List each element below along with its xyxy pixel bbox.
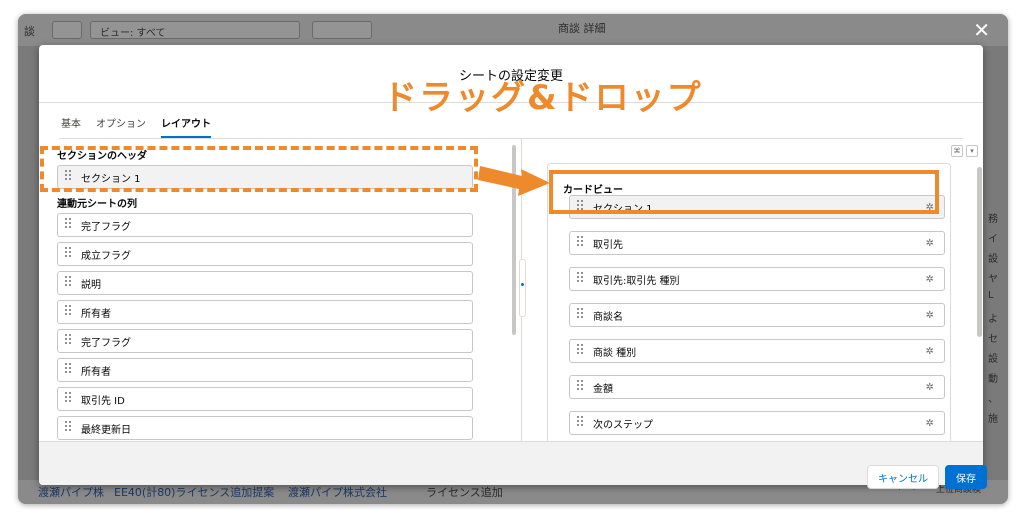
field-label: 成立フラグ (81, 250, 131, 262)
list-item[interactable]: 最終更新日 (57, 416, 473, 440)
drag-handle-icon (577, 416, 585, 430)
gear-icon[interactable]: ✲ (926, 238, 934, 249)
background-row-type: ライセンス追加 (426, 486, 503, 499)
gear-icon[interactable]: ✲ (926, 310, 934, 321)
field-label: 所有者 (81, 366, 111, 378)
list-item[interactable]: 所有者 (57, 358, 473, 382)
card-field[interactable]: 商談名 ✲ (569, 303, 945, 327)
field-label: 取引先 ID (81, 395, 125, 407)
annotation-title: ドラッグ&ドロップ (383, 78, 703, 118)
left-scrollbar[interactable] (512, 145, 516, 335)
card-field[interactable]: 取引先:取引先 種別 ✲ (569, 267, 945, 291)
right-scrollbar[interactable] (977, 167, 982, 337)
split-handle-dot (521, 283, 524, 286)
list-item[interactable]: 所有者 (57, 300, 473, 324)
drag-handle-icon (577, 272, 585, 286)
drag-handle-icon (65, 334, 73, 348)
field-label: 完了フラグ (81, 337, 131, 349)
drag-handle-icon (577, 380, 585, 394)
background-row-account: 渡瀬パイプ株 (38, 486, 104, 499)
drag-handle-icon (577, 308, 585, 322)
undo-redo-group (312, 21, 372, 39)
list-item[interactable]: 成立フラグ (57, 242, 473, 266)
background-detail-label: 商談 詳細 (558, 22, 606, 35)
cancel-button[interactable]: キャンセル (867, 465, 939, 489)
field-label: 商談 種別 (593, 347, 637, 359)
list-item[interactable]: 取引先 ID (57, 387, 473, 411)
field-label: 完了フラグ (81, 221, 131, 233)
card-field[interactable]: 商談 種別 ✲ (569, 339, 945, 363)
background-row-company: 渡瀬パイプ株式会社 (288, 486, 387, 499)
drag-handle-icon (65, 392, 73, 406)
field-label: 次のステップ (593, 419, 653, 431)
list-item[interactable]: 完了フラグ (57, 213, 473, 237)
list-item[interactable]: 完了フラグ (57, 329, 473, 353)
drag-handle-icon (65, 218, 73, 232)
drop-target-highlight (549, 170, 939, 214)
drag-handle-icon (65, 276, 73, 290)
drag-handle-icon (65, 247, 73, 261)
background-row-opportunity: EE40(計80)ライセンス追加提案 (114, 486, 275, 499)
drag-handle-icon (577, 236, 585, 250)
drag-handle-icon (65, 421, 73, 435)
field-label: 説明 (81, 279, 101, 291)
gear-icon[interactable]: ✲ (926, 274, 934, 285)
card-field[interactable]: 取引先 ✲ (569, 231, 945, 255)
background-toolbar: 談 ビュー: すべて 商談 詳細 ✕ (18, 14, 1008, 46)
tab-basic[interactable]: 基本 (61, 115, 81, 138)
field-label: 商談名 (593, 311, 623, 323)
field-label: 最終更新日 (81, 424, 131, 436)
dialog-tabs: 基本 オプション レイアウト (61, 115, 211, 138)
drag-handle-icon (577, 344, 585, 358)
background-tab-label: 談 (24, 25, 35, 38)
background-dropdown (52, 21, 82, 39)
field-label: 金額 (593, 383, 613, 395)
card-field[interactable]: 金額 ✲ (569, 375, 945, 399)
gear-icon[interactable]: ✲ (926, 346, 934, 357)
drag-handle-icon (65, 363, 73, 377)
dialog-footer (39, 441, 983, 485)
drag-source-highlight (40, 146, 478, 192)
source-columns-title: 連動元シートの列 (57, 199, 137, 210)
card-field[interactable]: 次のステップ ✲ (569, 411, 945, 435)
view-selector-label: ビュー: すべて (100, 28, 166, 39)
gear-icon[interactable]: ✲ (926, 382, 934, 393)
gear-icon[interactable]: ✲ (926, 418, 934, 429)
save-button[interactable]: 保存 (945, 465, 987, 489)
close-icon[interactable]: ✕ (973, 18, 990, 42)
field-label: 取引先:取引先 種別 (593, 275, 680, 287)
drag-handle-icon (65, 305, 73, 319)
split-handle[interactable] (519, 259, 526, 317)
field-label: 所有者 (81, 308, 111, 320)
tab-layout[interactable]: レイアウト (161, 115, 211, 138)
screenshot-frame: 談 ビュー: すべて 商談 詳細 ✕ 渡瀬パイプ株 EE40(計80)ライセンス… (0, 0, 1024, 523)
tab-options[interactable]: オプション (96, 115, 146, 138)
list-item[interactable]: 説明 (57, 271, 473, 295)
field-label: 取引先 (593, 239, 623, 251)
